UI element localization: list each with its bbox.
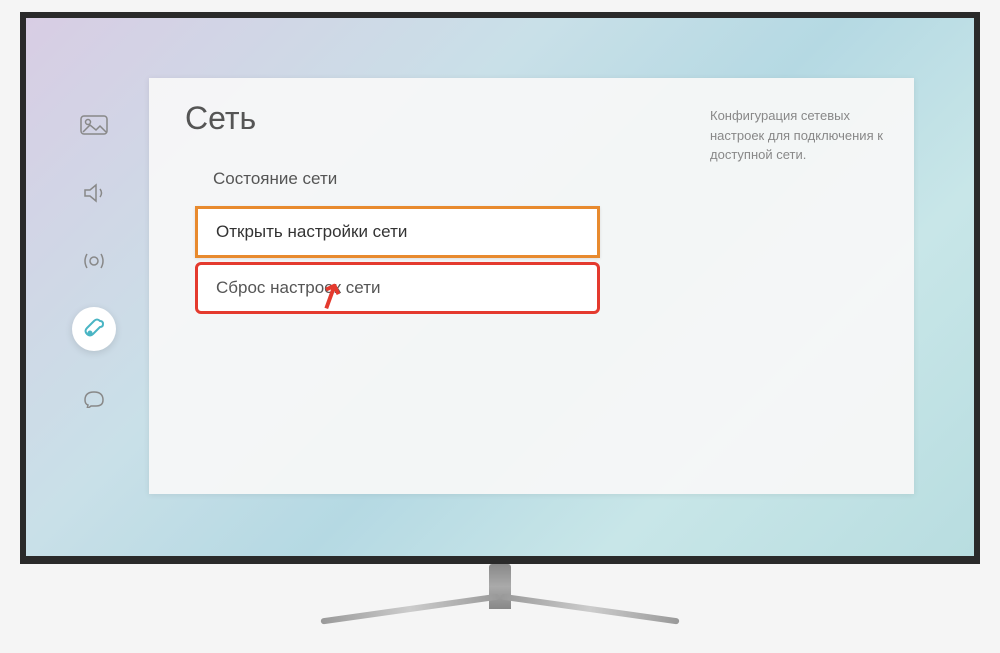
support-settings-icon[interactable] bbox=[72, 375, 116, 419]
panel-title: Сеть bbox=[185, 100, 256, 137]
tv-screen: Сеть Конфигурация сетевых настроек для п… bbox=[20, 12, 980, 564]
help-description: Конфигурация сетевых настроек для подклю… bbox=[710, 106, 890, 165]
menu-item-network-status[interactable]: Состояние сети bbox=[195, 156, 600, 202]
tv-stand bbox=[310, 564, 690, 639]
settings-sidebar bbox=[64, 103, 124, 419]
sound-settings-icon[interactable] bbox=[72, 171, 116, 215]
broadcast-settings-icon[interactable] bbox=[72, 239, 116, 283]
settings-panel: Сеть Конфигурация сетевых настроек для п… bbox=[149, 78, 914, 494]
menu-item-reset-network[interactable]: Сброс настроек сети bbox=[195, 262, 600, 314]
general-settings-icon[interactable] bbox=[72, 307, 116, 351]
menu-item-open-network-settings[interactable]: Открыть настройки сети bbox=[195, 206, 600, 258]
picture-settings-icon[interactable] bbox=[72, 103, 116, 147]
menu-list: Состояние сети Открыть настройки сети Сб… bbox=[195, 156, 600, 318]
